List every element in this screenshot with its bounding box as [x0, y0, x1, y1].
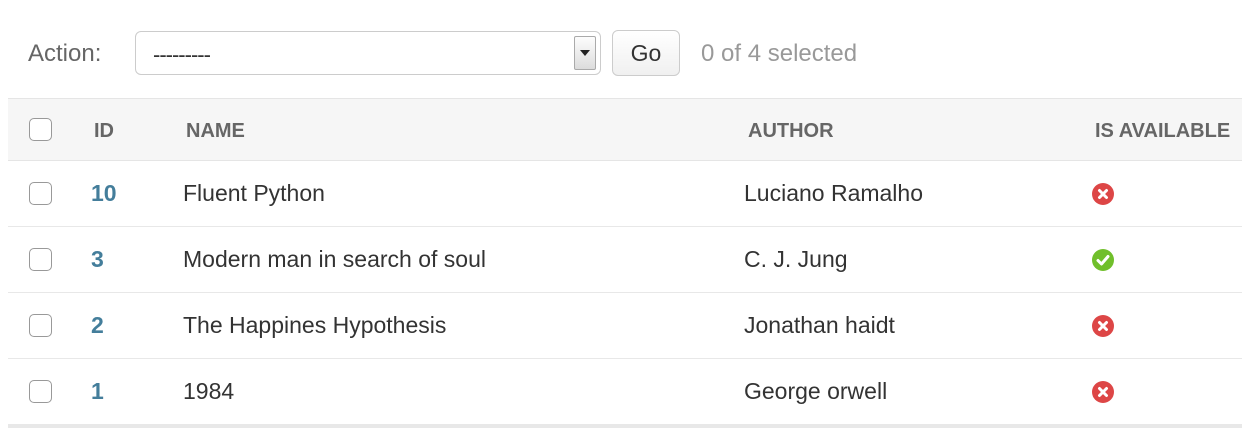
- action-label: Action:: [28, 40, 102, 67]
- row-id-link[interactable]: 10: [91, 180, 117, 207]
- row-checkbox[interactable]: [29, 248, 52, 271]
- row-checkbox[interactable]: [29, 182, 52, 205]
- column-header-author[interactable]: AUTHOR: [748, 120, 834, 143]
- table-bottom-border: [8, 425, 1242, 428]
- action-select[interactable]: ---------: [135, 31, 601, 75]
- row-author: George orwell: [744, 378, 888, 404]
- column-header-is-available[interactable]: IS AVAILABLE: [1095, 120, 1230, 143]
- select-all-checkbox[interactable]: [29, 118, 52, 141]
- row-name: Modern man in search of soul: [183, 246, 486, 272]
- row-id-link[interactable]: 3: [91, 246, 104, 273]
- check-circle-icon: [1092, 249, 1114, 271]
- x-circle-icon: [1092, 315, 1114, 337]
- row-id-link[interactable]: 1: [91, 378, 104, 405]
- x-circle-icon: [1092, 183, 1114, 205]
- row-name: The Happines Hypothesis: [183, 312, 447, 338]
- row-author: Jonathan haidt: [744, 312, 895, 338]
- row-id-link[interactable]: 2: [91, 312, 104, 339]
- row-author: Luciano Ramalho: [744, 180, 924, 206]
- go-button[interactable]: Go: [612, 30, 680, 76]
- selection-counter: 0 of 4 selected: [701, 40, 858, 67]
- table-row: 3 Modern man in search of soul C. J. Jun…: [8, 227, 1242, 293]
- table-header: ID NAME AUTHOR IS AVAILABLE: [8, 98, 1242, 161]
- x-circle-icon: [1092, 381, 1114, 403]
- row-author: C. J. Jung: [744, 246, 848, 272]
- column-header-name[interactable]: NAME: [186, 120, 245, 143]
- row-name: 1984: [183, 378, 235, 404]
- row-checkbox[interactable]: [29, 314, 52, 337]
- column-header-id[interactable]: ID: [94, 120, 114, 143]
- row-checkbox[interactable]: [29, 380, 52, 403]
- table-row: 1 1984 George orwell: [8, 359, 1242, 425]
- actions-bar: Action: --------- Go 0 of 4 selected: [0, 0, 1242, 98]
- action-select-value: ---------: [153, 42, 211, 67]
- results-table: ID NAME AUTHOR IS AVAILABLE 10 Fluent Py…: [8, 98, 1242, 429]
- row-name: Fluent Python: [183, 180, 325, 206]
- table-row: 10 Fluent Python Luciano Ramalho: [8, 161, 1242, 227]
- table-row: 2 The Happines Hypothesis Jonathan haidt: [8, 293, 1242, 359]
- dropdown-arrow-icon[interactable]: [574, 36, 596, 70]
